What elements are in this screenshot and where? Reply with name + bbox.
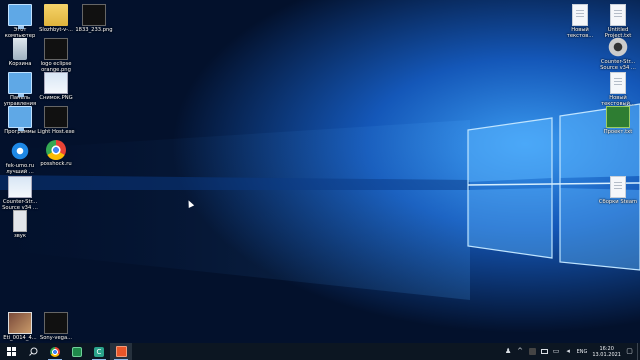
new-text-doc-1-label: Новый текстов... (566, 27, 594, 39)
battery-icon[interactable] (540, 349, 548, 354)
recycle-bin-glyph (13, 38, 27, 60)
programs-glyph (8, 106, 32, 131)
taskbar: C ♟ ^ ▭ ◂ ENG 16:20 13.01.2021 ▢ (0, 343, 640, 360)
text-doc-glyph (610, 176, 626, 198)
project-txt-icon[interactable]: Проект.txt (598, 106, 638, 135)
chrome-icon (50, 346, 60, 357)
photo-file-icon[interactable]: Eti_0014_4... (0, 312, 40, 341)
search-icon (28, 347, 37, 356)
chrome-shortcut-icon[interactable]: posshock.ru (36, 140, 76, 167)
logo-eclipse-icon[interactable]: logo eclipse orange.png (36, 38, 76, 73)
sony-vegas-label: Sony-vega... (39, 335, 73, 341)
sound-file-icon[interactable]: звук (0, 210, 40, 239)
desktop-wallpaper (0, 0, 640, 343)
slashbyt-icon[interactable]: Slozhbyt-v-... (36, 4, 76, 33)
network-icon[interactable]: ▭ (553, 348, 560, 355)
lighthost-icon[interactable]: Light Host.exe (36, 106, 76, 135)
app-tray-icon[interactable] (528, 348, 536, 355)
steam-file-icon[interactable]: Сборки Steam (598, 176, 638, 205)
orange-app-taskbar-button[interactable] (110, 343, 132, 360)
fix-settings-icon[interactable]: fek-umo.ru лучший ... (0, 140, 40, 175)
snimok-glyph (44, 72, 68, 94)
steam-file-label: Сборки Steam (598, 199, 638, 205)
search-button[interactable] (22, 343, 44, 360)
orange-app-icon (115, 346, 127, 357)
png-file-glyph (82, 4, 106, 26)
start-button[interactable] (0, 343, 22, 360)
sony-vegas-icon[interactable]: Sony-vega... (36, 312, 76, 341)
sony-vegas-glyph (44, 312, 68, 334)
text-doc-glyph (610, 72, 626, 94)
logo-eclipse-glyph (44, 38, 68, 60)
camtasia-icon: C (94, 346, 104, 357)
green-app-taskbar-button[interactable] (66, 343, 88, 360)
counter-strike-right-label: Counter-Str... Source v34 ... (600, 59, 636, 71)
lighthost-label: Light Host.exe (37, 129, 75, 135)
this-pc-icon[interactable]: Этот компьютер (0, 4, 40, 39)
project-glyph (606, 106, 630, 128)
green-app-icon (72, 346, 82, 357)
camtasia-taskbar-button[interactable]: C (88, 343, 110, 360)
snimok-icon[interactable]: Снимок.PNG (36, 72, 76, 101)
png-file-icon[interactable]: 1833_233.png (74, 4, 114, 33)
new-text-doc-1-icon[interactable]: Новый текстов... (560, 4, 600, 39)
chevron-up-icon[interactable]: ^ (517, 348, 524, 355)
sound-file-label: звук (13, 233, 27, 239)
lighthost-glyph (44, 106, 68, 128)
this-pc-glyph (8, 4, 32, 29)
chrome-taskbar-button[interactable] (44, 343, 66, 360)
text-doc-glyph (572, 4, 588, 26)
recycle-bin-label: Корзина (8, 61, 32, 67)
clock[interactable]: 16:20 13.01.2021 (592, 346, 621, 358)
text-doc-glyph (610, 4, 626, 26)
snimok-label: Снимок.PNG (39, 95, 73, 101)
slashbyt-label: Slozhbyt-v-... (39, 27, 73, 33)
counter-strike-right-icon[interactable]: Counter-Str... Source v34 ... (598, 36, 638, 71)
project-txt-label: Проект.txt (603, 129, 633, 135)
chrome-glyph (46, 140, 66, 160)
untitled-project-icon[interactable]: Untitled Project.txt (598, 4, 638, 39)
photo-file-label: Eti_0014_4... (3, 335, 37, 341)
programs-icon[interactable]: Программы (0, 106, 40, 135)
control-panel-glyph (8, 72, 32, 97)
volume-icon[interactable]: ◂ (565, 348, 572, 355)
system-tray: ♟ ^ ▭ ◂ ENG 16:20 13.01.2021 ▢ (505, 343, 637, 360)
steam-glyph (606, 36, 630, 58)
chrome-shortcut-label: posshock.ru (40, 161, 72, 167)
counter-strike-left-glyph (8, 176, 32, 198)
speaker-glyph (13, 210, 27, 232)
gear-glyph (8, 140, 32, 162)
counter-strike-left-icon[interactable]: Counter-Str... Source v34 ... (0, 176, 40, 211)
clock-date: 13.01.2021 (592, 351, 621, 358)
new-text-doc-2-icon[interactable]: Новый текстовый... (598, 72, 638, 107)
png-file-label: 1833_233.png (75, 27, 113, 33)
person-icon[interactable]: ♟ (505, 348, 512, 355)
fix-settings-label: fek-umo.ru лучший ... (5, 163, 35, 175)
recycle-bin-icon[interactable]: Корзина (0, 38, 40, 67)
slashbyt-glyph (44, 4, 68, 26)
notifications-icon[interactable]: ▢ (626, 348, 633, 355)
control-panel-icon[interactable]: Панель управления (0, 72, 40, 107)
photo-glyph (8, 312, 32, 334)
windows-start-icon (6, 347, 16, 356)
language-indicator[interactable]: ENG (577, 349, 588, 355)
